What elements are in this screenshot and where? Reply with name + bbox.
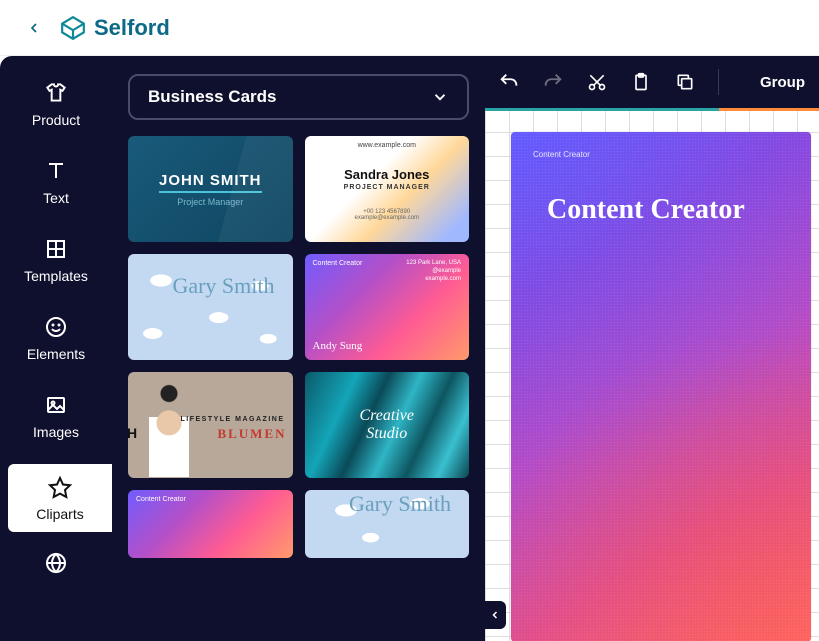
nav-label: Cliparts <box>36 506 83 522</box>
tshirt-icon <box>43 80 69 106</box>
person-photo <box>134 382 204 478</box>
group-button[interactable]: Group <box>760 74 805 91</box>
card-title: Content Creator <box>136 496 186 503</box>
card-name: JOHN SMITH <box>159 172 262 193</box>
globe-icon <box>43 550 69 576</box>
card-name: Gary Smith <box>172 276 274 296</box>
design-artboard[interactable]: Content Creator Content Creator <box>511 132 811 641</box>
redo-button[interactable] <box>542 71 564 93</box>
nav-label: Product <box>32 112 80 128</box>
app-header: Selford <box>0 0 819 56</box>
brand-name: Selford <box>94 15 170 41</box>
chevron-left-icon <box>489 609 501 621</box>
image-icon <box>43 392 69 418</box>
brand-logo[interactable]: Selford <box>60 15 170 41</box>
paste-button[interactable] <box>630 71 652 93</box>
card-name: Andy Sung <box>313 340 363 352</box>
template-card[interactable]: H LIFESTYLE MAGAZINE BLUMEN <box>128 372 293 478</box>
star-icon <box>47 474 73 500</box>
card-name: Gary Smith <box>349 494 451 514</box>
card-role: PROJECT MANAGER <box>344 184 430 191</box>
card-title: Content Creator <box>313 260 363 267</box>
nav-elements[interactable]: Elements <box>0 308 112 368</box>
template-card[interactable]: Creative Studio <box>305 372 470 478</box>
card-site: www.example.com <box>358 142 416 149</box>
cut-button[interactable] <box>586 71 608 93</box>
nav-cliparts[interactable]: Cliparts <box>8 464 112 532</box>
card-brand: BLUMEN <box>217 426 286 442</box>
logo-icon <box>60 15 86 41</box>
canvas-toolbar: Group <box>484 56 819 108</box>
chevron-down-icon <box>431 88 449 106</box>
nav-templates[interactable]: Templates <box>0 230 112 290</box>
dropdown-label: Business Cards <box>148 87 277 107</box>
left-nav: Product Text Templates Elements Images <box>0 56 112 641</box>
template-card[interactable]: Gary Smith <box>128 254 293 360</box>
template-card[interactable]: Content Creator 123 Park Lane, USA @exam… <box>305 254 470 360</box>
panel-collapse-handle[interactable] <box>485 601 506 629</box>
text-icon <box>43 158 69 184</box>
nav-label: Text <box>43 190 69 206</box>
nav-label: Images <box>33 424 79 440</box>
template-card[interactable]: Gary Smith <box>305 490 470 558</box>
nav-images[interactable]: Images <box>0 386 112 446</box>
nav-product[interactable]: Product <box>0 74 112 134</box>
card-role: Project Manager <box>177 197 243 207</box>
grid-icon <box>43 236 69 262</box>
template-grid: JOHN SMITH Project Manager www.example.c… <box>128 136 469 558</box>
template-card[interactable]: JOHN SMITH Project Manager <box>128 136 293 242</box>
template-card[interactable]: Content Creator <box>128 490 293 558</box>
card-name: Sandra Jones <box>344 167 429 182</box>
template-card[interactable]: www.example.com Sandra Jones PROJECT MAN… <box>305 136 470 242</box>
undo-button[interactable] <box>498 71 520 93</box>
canvas-area: Group Content Creator Content Creator <box>485 56 819 641</box>
nav-label: Elements <box>27 346 85 362</box>
toolbar-separator <box>718 69 719 95</box>
nav-more[interactable] <box>0 550 112 582</box>
card-title: Creative Studio <box>360 407 415 442</box>
card-magazine: LIFESTYLE MAGAZINE <box>181 416 285 423</box>
copy-button[interactable] <box>674 71 696 93</box>
card-stripe: H <box>128 425 142 441</box>
design-title[interactable]: Content Creator <box>511 132 811 226</box>
smile-icon <box>43 314 69 340</box>
nav-text[interactable]: Text <box>0 152 112 212</box>
chevron-left-icon <box>26 20 42 36</box>
templates-panel: Business Cards JOHN SMITH Project Manage… <box>112 56 485 641</box>
card-email: example@example.com <box>355 215 419 221</box>
card-contact: 123 Park Lane, USA @example example.com <box>406 260 461 283</box>
canvas-viewport[interactable]: Content Creator Content Creator <box>485 108 819 641</box>
category-dropdown[interactable]: Business Cards <box>128 74 469 120</box>
back-button[interactable] <box>20 14 48 42</box>
nav-label: Templates <box>24 268 88 284</box>
